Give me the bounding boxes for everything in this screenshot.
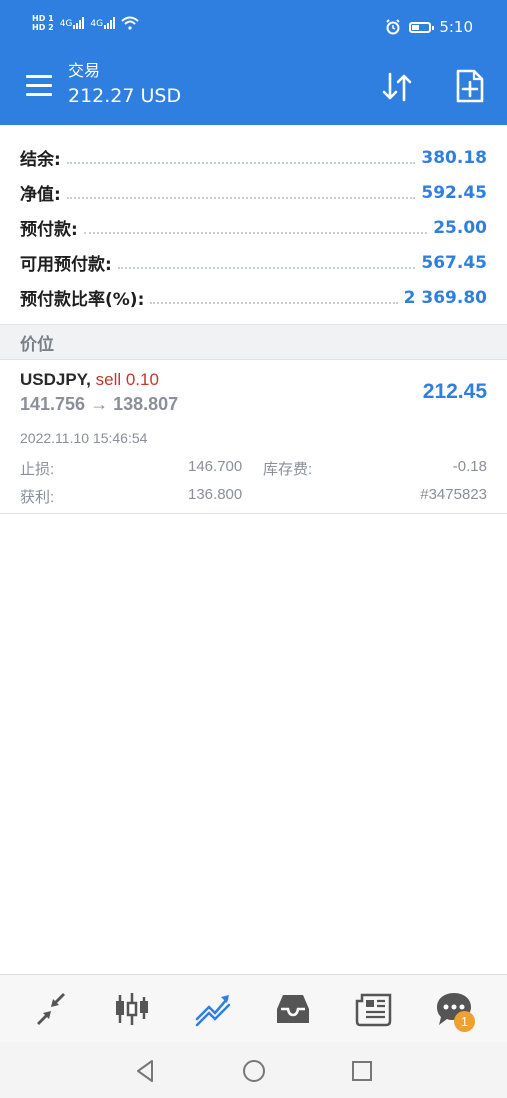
unread-badge: 1 <box>454 1011 475 1032</box>
clock: 5:10 <box>439 18 473 36</box>
chart-icon[interactable] <box>112 989 152 1029</box>
position-title: USDJPY, sell 0.10 <box>20 370 159 390</box>
dotted-leader <box>66 196 416 199</box>
summary-value: 592.45 <box>421 182 487 203</box>
system-navigation <box>0 1042 507 1098</box>
position-open-time: 2022.11.10 15:46:54 <box>20 430 148 446</box>
sim-labels: HD 1 HD 2 <box>32 14 54 32</box>
sim-1-label: HD 1 <box>32 14 54 23</box>
take-profit-value: 136.800 <box>188 486 243 503</box>
top-bar: HD 1 HD 2 4G 4G 5:10 交易 212.27 USD <box>0 0 507 125</box>
positions-section-header: 价位 <box>0 324 507 360</box>
history-icon[interactable] <box>273 989 313 1029</box>
summary-label: 预付款比率(%): <box>20 290 145 310</box>
network-label: 4G <box>90 19 104 29</box>
summary-row-margin: 预付款: 25.00 <box>0 210 507 245</box>
summary-row-margin-level: 预付款比率(%): 2 369.80 <box>0 280 507 315</box>
app-bar: 交易 212.27 USD <box>0 56 507 125</box>
signal-icon: 4G <box>60 17 85 29</box>
section-title: 价位 <box>20 335 54 355</box>
take-profit-label: 获利: <box>20 489 55 506</box>
battery-icon <box>409 21 435 33</box>
position-row[interactable]: USDJPY, sell 0.10 141.756 → 138.807 212.… <box>0 360 507 514</box>
bottom-navigation: 1 <box>0 974 507 1043</box>
dotted-leader <box>83 231 428 234</box>
account-summary: 结余: 380.18 净值: 592.45 预付款: 25.00 可用预付款: … <box>0 140 507 315</box>
stop-loss-value: 146.700 <box>188 458 243 475</box>
position-prices: 141.756 → 138.807 <box>20 394 179 414</box>
home-icon[interactable] <box>241 1058 267 1084</box>
wifi-icon <box>121 16 139 30</box>
sim-2-label: HD 2 <box>32 23 54 32</box>
summary-label: 净值: <box>20 185 61 205</box>
account-balance: 212.27 USD <box>68 85 182 107</box>
position-symbol: USDJPY, <box>20 370 91 389</box>
stop-loss-label: 止损: <box>20 461 55 478</box>
status-bar: HD 1 HD 2 4G 4G 5:10 <box>0 0 507 56</box>
summary-row-equity: 净值: 592.45 <box>0 175 507 210</box>
dotted-leader <box>150 301 398 304</box>
summary-label: 可用预付款: <box>20 255 112 275</box>
title-block: 交易 212.27 USD <box>68 60 181 110</box>
new-order-icon[interactable] <box>454 68 486 104</box>
page-title: 交易 <box>68 61 101 80</box>
summary-row-balance: 结余: 380.18 <box>0 140 507 175</box>
signal-icon: 4G <box>90 17 116 29</box>
network-label: 4G <box>59 19 73 29</box>
swap-value: -0.18 <box>452 458 487 475</box>
summary-value: 25.00 <box>433 217 487 238</box>
summary-value: 380.18 <box>421 147 487 168</box>
summary-value: 567.45 <box>421 252 487 273</box>
ticket-number: #3475823 <box>420 486 487 503</box>
sort-icon[interactable] <box>380 70 414 104</box>
summary-value: 2 369.80 <box>403 287 487 308</box>
position-side: sell 0.10 <box>95 370 159 389</box>
summary-label: 预付款: <box>20 220 78 240</box>
dotted-leader <box>66 161 416 164</box>
position-profit: 212.45 <box>422 380 487 403</box>
menu-icon[interactable] <box>26 75 52 97</box>
back-icon[interactable] <box>133 1058 159 1084</box>
quotes-icon[interactable] <box>31 989 71 1029</box>
news-icon[interactable] <box>354 989 394 1029</box>
recents-icon[interactable] <box>349 1058 375 1084</box>
swap-label: 库存费: <box>263 461 313 478</box>
summary-label: 结余: <box>20 150 61 170</box>
alarm-icon <box>386 19 401 35</box>
trade-icon[interactable] <box>193 989 233 1029</box>
dotted-leader <box>117 266 416 269</box>
summary-row-free-margin: 可用预付款: 567.45 <box>0 245 507 280</box>
messages-tab[interactable]: 1 <box>434 989 475 1032</box>
